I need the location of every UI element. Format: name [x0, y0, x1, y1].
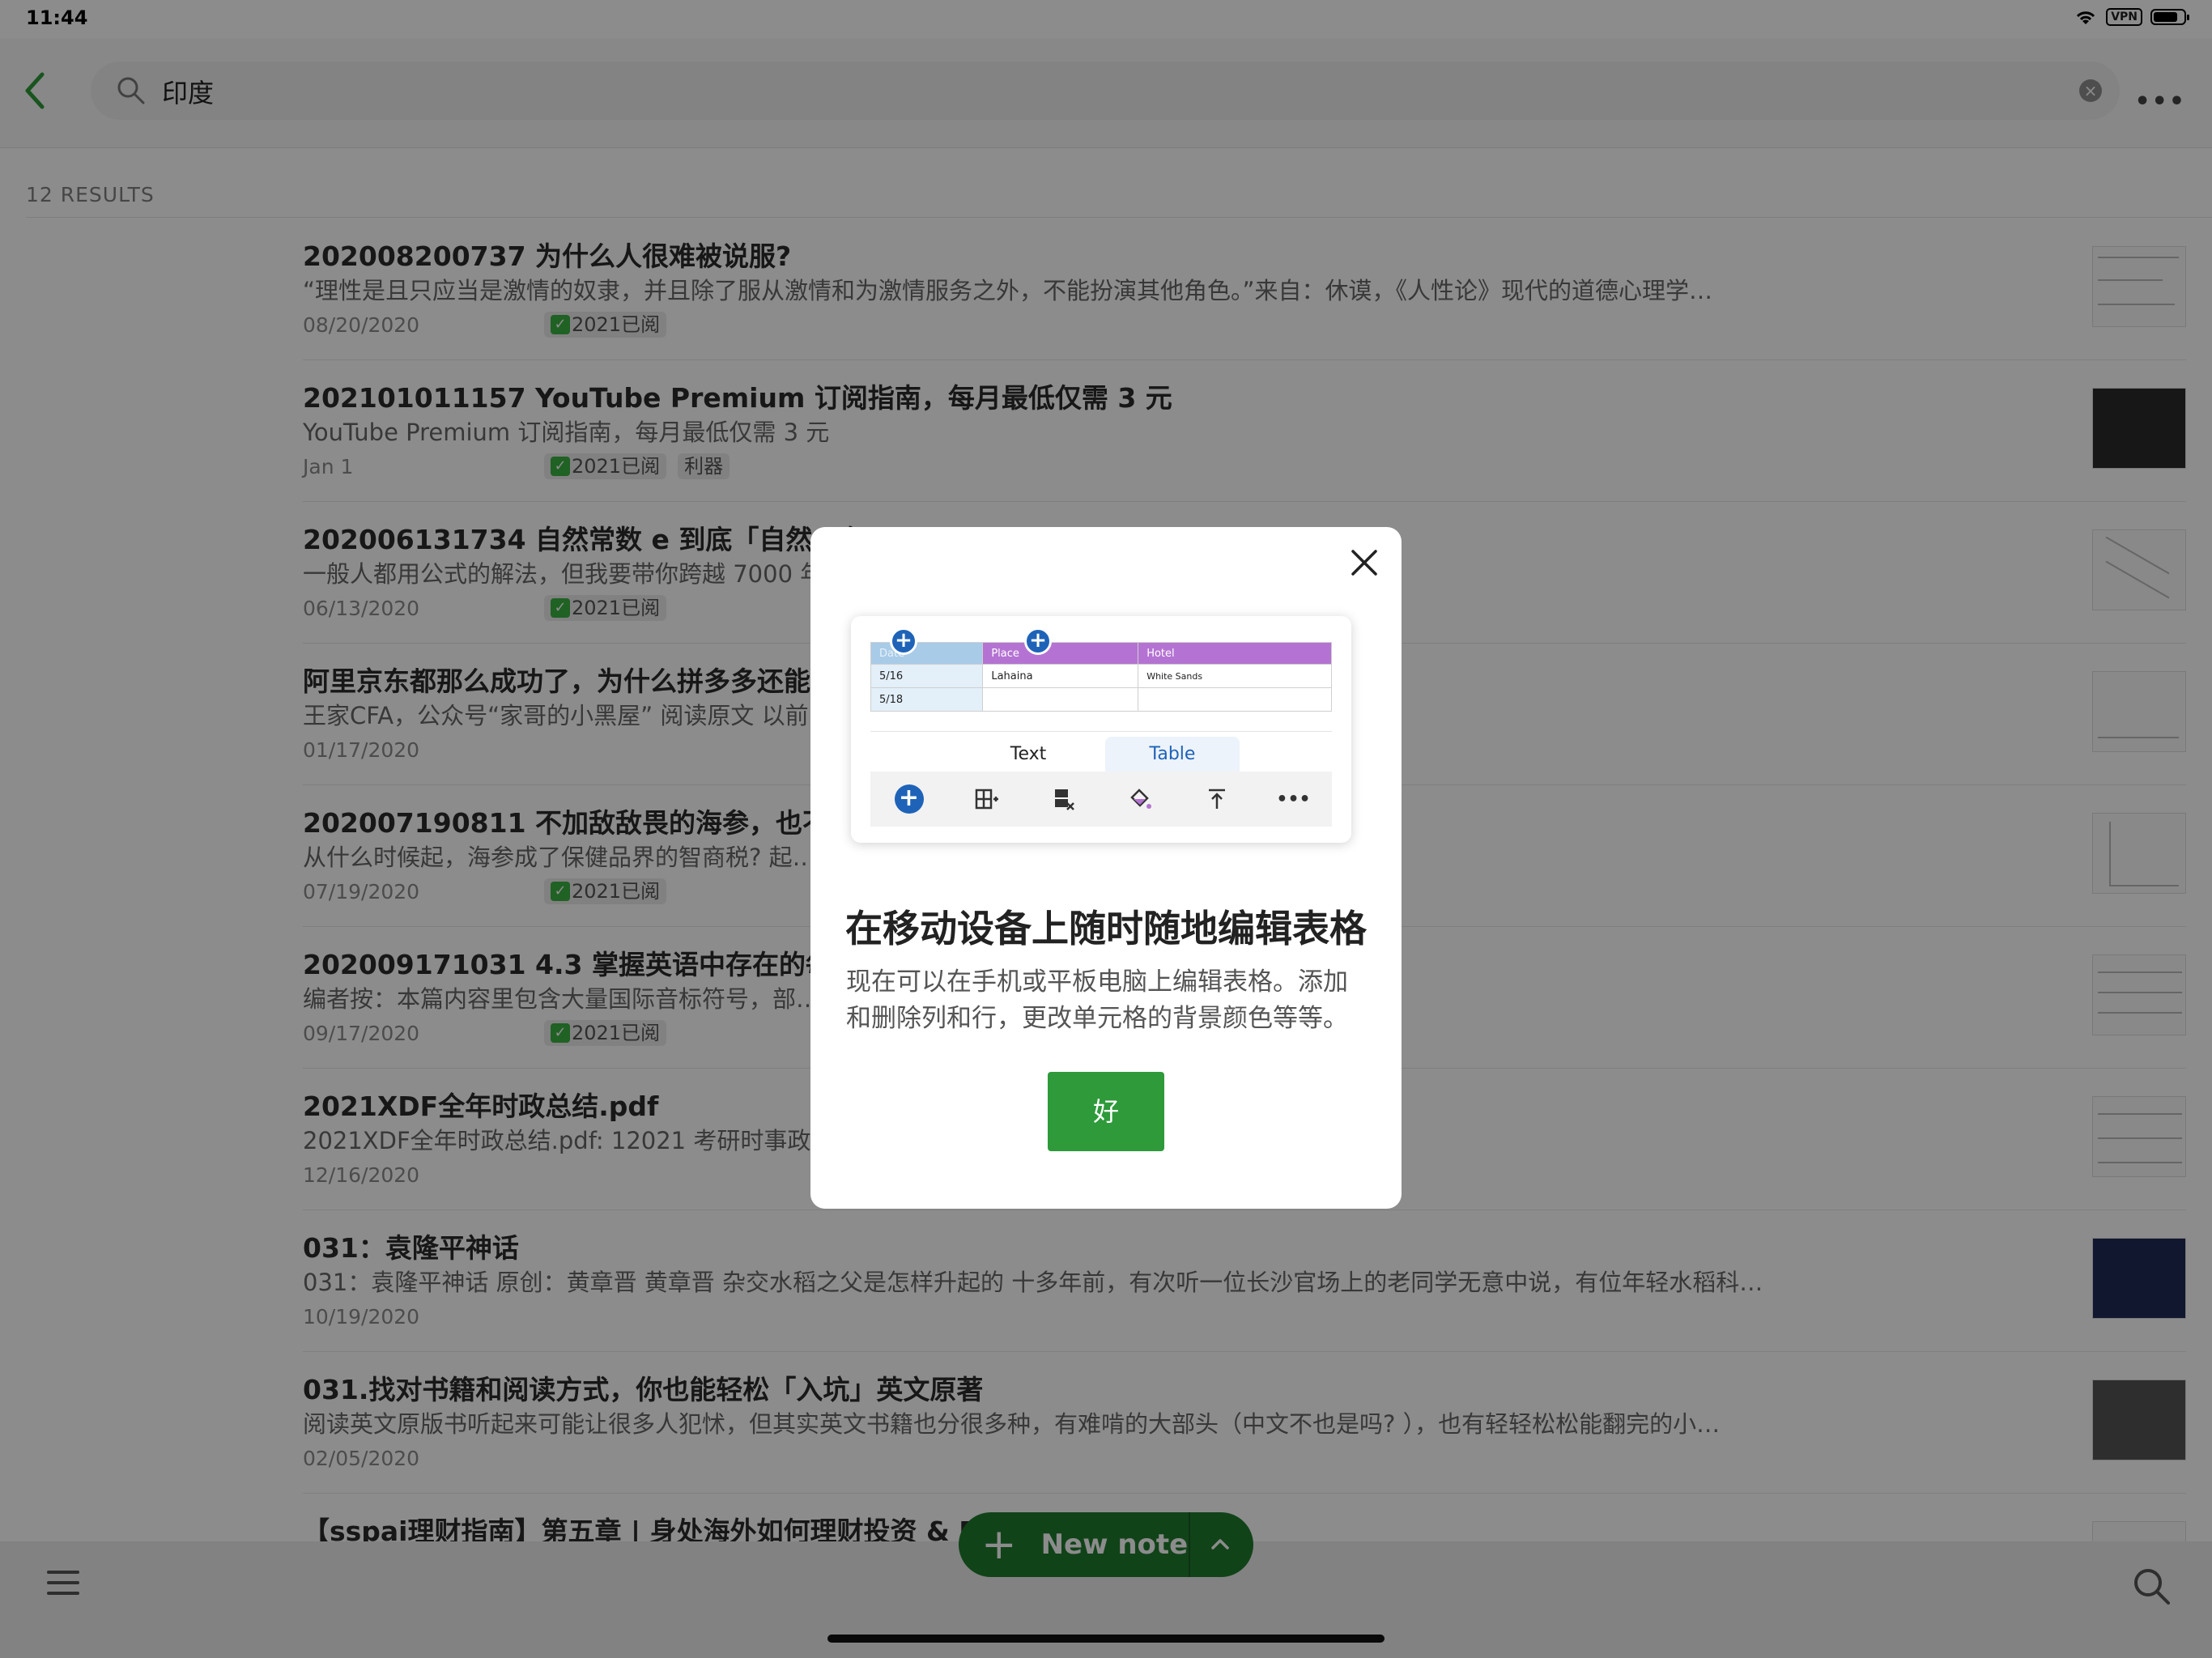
preview-cell — [982, 687, 1139, 712]
preview-cell — [1138, 687, 1332, 712]
preview-cell: Lahaina — [982, 664, 1139, 688]
ok-button[interactable]: 好 — [1048, 1072, 1164, 1151]
preview-header-cell: Date — [870, 642, 984, 665]
more-icon: ••• — [1276, 789, 1311, 810]
preview-cell: 5/16 — [870, 664, 984, 688]
dialog-title: 在移动设备上随时随地编辑表格 — [845, 907, 1367, 950]
insert-column-icon — [947, 772, 1024, 827]
preview-toolbar: + ••• — [870, 772, 1332, 827]
fill-color-icon — [1101, 772, 1178, 827]
dialog-body: 现在可以在手机或平板电脑上编辑表格。添加和删除列和行，更改单元格的背景颜色等等。 — [846, 967, 1348, 1033]
close-icon[interactable] — [1348, 546, 1380, 579]
move-top-icon — [1178, 772, 1255, 827]
preview-header-cell: Place — [982, 642, 1139, 665]
feature-dialog: Date Place Hotel 5/16 Lahaina White Sand… — [810, 527, 1402, 1209]
add-circle-icon: + — [870, 772, 947, 827]
delete-column-icon — [1024, 772, 1101, 827]
preview-cell: 5/18 — [870, 687, 984, 712]
table-preview-illustration: Date Place Hotel 5/16 Lahaina White Sand… — [851, 616, 1351, 843]
add-column-icon: + — [890, 627, 917, 655]
preview-cell: White Sands — [1138, 664, 1332, 688]
preview-table: Date Place Hotel 5/16 Lahaina White Sand… — [870, 642, 1332, 712]
add-column-icon: + — [1024, 627, 1052, 655]
preview-tab-table: Table — [1105, 737, 1240, 772]
preview-tabs: Text Table — [870, 731, 1332, 772]
preview-tab-text: Text — [1010, 744, 1047, 764]
preview-header-cell: Hotel — [1138, 642, 1332, 665]
